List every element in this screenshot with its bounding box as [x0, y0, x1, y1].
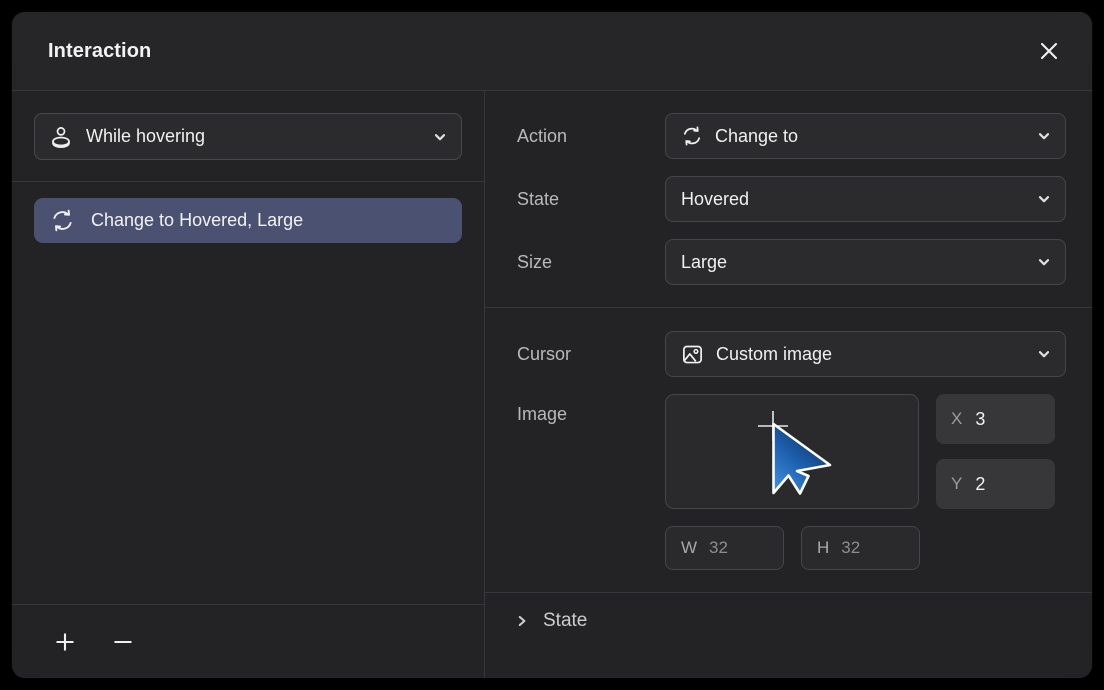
cursor-row: Cursor Custom image [517, 331, 1066, 377]
cursor-properties-group: Cursor Custom image Image X 3 Y 2 W 32 H… [485, 308, 1092, 593]
image-width-value: 32 [709, 538, 728, 557]
cursor-label: Cursor [517, 344, 572, 364]
dialog-titlebar: Interaction [12, 12, 1092, 91]
cursor-value: Custom image [716, 343, 833, 364]
size-fields: W 32 H 32 [665, 526, 1066, 570]
list-item[interactable]: Change to Hovered, Large [34, 198, 462, 243]
left-panel: While hovering Change to Hovered, Large [12, 91, 485, 678]
state-value: Hovered [681, 188, 750, 209]
action-select[interactable]: Change to [665, 113, 1066, 159]
add-action-button[interactable] [48, 625, 82, 659]
trigger-section: While hovering [12, 91, 484, 182]
state-disclosure-toggle[interactable]: State [517, 610, 1092, 632]
interaction-dialog: Interaction While hovering Change to Hov… [12, 12, 1092, 678]
chevron-down-icon [1037, 129, 1051, 143]
minus-icon [111, 630, 135, 654]
chevron-down-icon [433, 130, 447, 144]
size-label: Size [517, 252, 553, 272]
size-row: Size Large [517, 239, 1066, 285]
image-row: Image X 3 Y 2 [517, 394, 1066, 509]
state-row: State Hovered [517, 176, 1066, 222]
right-panel: Action Change to State Hovered Size Larg… [485, 91, 1092, 678]
page-title: Interaction [48, 39, 152, 62]
size-value: Large [681, 251, 728, 272]
chevron-right-icon [517, 614, 528, 628]
image-width-field[interactable]: W 32 [665, 526, 784, 570]
state-disclosure-label: State [543, 610, 588, 631]
image-height-value: 32 [841, 538, 861, 557]
list-item-label: Change to Hovered, Large [91, 210, 304, 230]
image-height-field[interactable]: H 32 [801, 526, 920, 570]
hover-pointer-icon [49, 125, 73, 149]
close-icon [1038, 40, 1060, 62]
chevron-down-icon [1037, 192, 1051, 206]
change-to-icon [681, 125, 703, 147]
action-row: Action Change to [517, 113, 1066, 159]
image-icon [681, 343, 704, 366]
close-button[interactable] [1032, 34, 1066, 68]
dialog-body: While hovering Change to Hovered, Large … [12, 91, 1092, 678]
chevron-down-icon [1037, 255, 1051, 269]
action-label: Action [517, 126, 568, 146]
hotspot-x-field[interactable]: X 3 [936, 394, 1055, 444]
hotspot-y-value: 2 [975, 473, 986, 494]
state-label: State [517, 189, 560, 209]
plus-icon [53, 630, 77, 654]
hotspot-y-key: Y [951, 474, 963, 493]
remove-action-button[interactable] [106, 625, 140, 659]
trigger-value: While hovering [86, 126, 206, 146]
state-section: State [485, 593, 1092, 678]
chevron-down-icon [1037, 347, 1051, 361]
image-label: Image [517, 404, 568, 424]
behavior-properties-group: Action Change to State Hovered Size Larg… [485, 91, 1092, 308]
image-height-key: H [817, 538, 830, 557]
action-value: Change to [715, 125, 799, 146]
hotspot-x-value: 3 [975, 408, 986, 429]
change-to-icon [50, 208, 75, 233]
state-select[interactable]: Hovered [665, 176, 1066, 222]
hotspot-fields: X 3 Y 2 [936, 394, 1055, 509]
blue-arrow-cursor-preview [733, 397, 851, 507]
action-list: Change to Hovered, Large [12, 182, 484, 605]
list-toolbar [12, 605, 484, 678]
size-select[interactable]: Large [665, 239, 1066, 285]
trigger-select[interactable]: While hovering [34, 113, 462, 160]
hotspot-y-field[interactable]: Y 2 [936, 459, 1055, 509]
cursor-image-preview[interactable] [665, 394, 919, 509]
cursor-select[interactable]: Custom image [665, 331, 1066, 377]
image-width-key: W [681, 538, 698, 557]
hotspot-x-key: X [951, 409, 963, 428]
